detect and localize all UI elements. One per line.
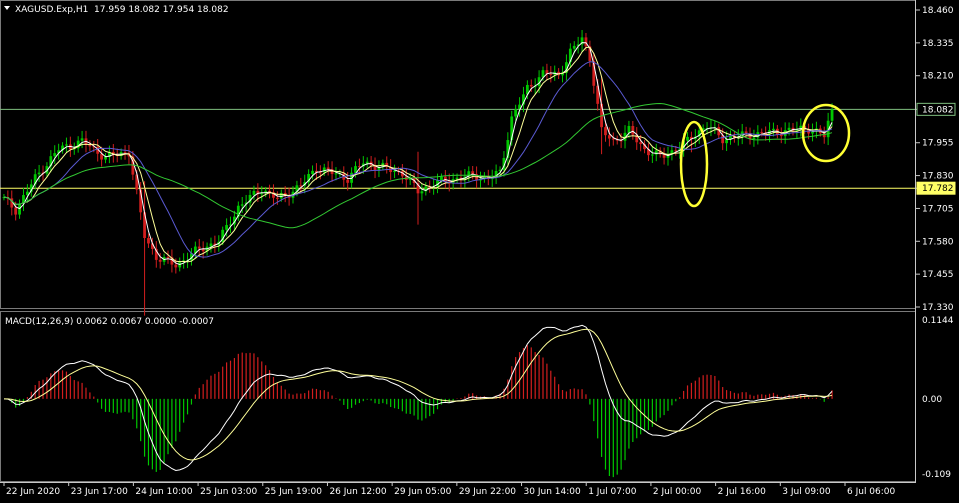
price-tick-label: 17.830: [922, 172, 954, 182]
trading-chart[interactable]: 18.460 18.335 18.210 18.082 17.955 17.830 17.7…: [0, 0, 959, 499]
price-tick-label: 17.455: [922, 270, 954, 280]
price-tick-label: 17.955: [922, 139, 954, 149]
ohlc-values: 17.959 18.082 17.954 18.082: [94, 5, 229, 15]
time-tick-label: 23 Jun 17:00: [71, 487, 128, 497]
price-tick-label: 17.705: [922, 204, 954, 214]
price-tick-label: 18.210: [922, 72, 954, 82]
price-tick-label: 18.335: [922, 39, 954, 49]
macd-tick-label: 0.1144: [922, 316, 954, 326]
symbol-label: XAGUSD.Exp,H1: [15, 5, 88, 15]
time-tick-label: 29 Jun 22:00: [459, 487, 516, 497]
price-tick-label: 18.082: [922, 105, 954, 115]
macd-tick-label: -0.109: [922, 470, 951, 480]
price-tick-label: 18.460: [922, 6, 954, 16]
price-tick-label: 17.580: [922, 237, 954, 247]
price-tick-label: 17.782: [922, 184, 954, 194]
time-tick-label: 30 Jun 14:00: [524, 487, 581, 497]
time-tick-label: 2 Jul 00:00: [653, 487, 702, 497]
time-tick-label: 1 Jul 07:00: [588, 487, 637, 497]
time-tick-label: 22 Jun 2020: [6, 487, 60, 497]
time-tick-label: 25 Jun 19:00: [265, 487, 322, 497]
time-tick-label: 6 Jul 06:00: [847, 487, 896, 497]
time-tick-label: 24 Jun 10:00: [135, 487, 192, 497]
macd-label: MACD(12,26,9) 0.0062 0.0067 0.0000 -0.00…: [5, 317, 214, 327]
time-tick-label: 29 Jun 05:00: [394, 487, 451, 497]
time-tick-label: 26 Jun 12:00: [329, 487, 386, 497]
chart-window[interactable]: 18.460 18.335 18.210 18.082 17.955 17.830 17.7…: [0, 0, 959, 499]
time-tick-label: 3 Jul 09:00: [782, 487, 831, 497]
time-tick-label: 2 Jul 16:00: [718, 487, 767, 497]
time-tick-label: 25 Jun 03:00: [200, 487, 257, 497]
price-tick-label: 17.330: [922, 303, 954, 313]
macd-tick-label: 0.00: [922, 395, 942, 405]
